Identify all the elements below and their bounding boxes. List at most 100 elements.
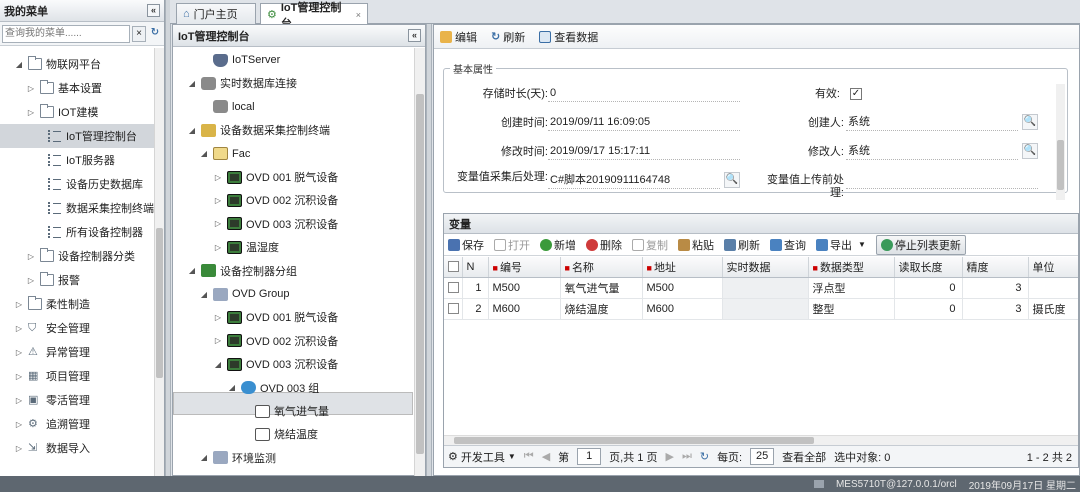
copy-button[interactable]: 复制 [632,237,668,253]
cell-length[interactable]: 0 [894,277,963,299]
menu-item[interactable]: ▷ ▦ 项目管理 [0,364,164,388]
view-data-button[interactable]: 查看数据 [539,29,598,45]
expanded-arrow-icon[interactable]: ◢ [14,60,24,69]
row-checkbox[interactable] [448,282,459,294]
menu-item[interactable]: ▷ ⚙ 追溯管理 [0,412,164,436]
first-page-icon[interactable]: ⏮ [524,450,534,463]
left-splitter[interactable] [165,0,171,476]
collapsed-arrow-icon[interactable]: ▷ [213,173,223,182]
tree-node[interactable]: ▷ OVD 002 沉积设备 [213,330,338,352]
column-header-realtime[interactable]: 实时数据 [722,257,809,278]
prev-page-icon[interactable]: ◀ [542,450,550,463]
grid-refresh-button[interactable]: 刷新 [724,237,760,253]
menu-item[interactable]: ▷ 柔性制造 [0,292,164,316]
menu-item[interactable]: ▷ 设备控制器分类 [0,244,164,268]
menu-item[interactable]: 设备历史数据库 [0,172,164,196]
collapse-tree-button[interactable]: « [408,29,421,42]
menu-item[interactable]: ▷ 基本设置 [0,76,164,100]
collapsed-arrow-icon[interactable]: ▷ [26,108,36,117]
collapsed-arrow-icon[interactable]: ▷ [14,396,24,405]
stop-list-update-button[interactable]: 停止列表更新 [875,234,966,255]
menu-item[interactable]: IoT服务器 [0,148,164,172]
select-all-checkbox[interactable] [448,261,459,273]
tree-node[interactable]: 氧气进气量 [241,400,329,422]
menu-search-input[interactable] [2,24,130,43]
last-page-icon[interactable]: ⏭ [682,450,692,463]
menu-item[interactable]: ▷ ⚠ 异常管理 [0,340,164,364]
close-tab-icon[interactable]: × [356,10,361,20]
table-row[interactable]: 1 M500 氧气进气量 M500 浮点型 0 3 [444,277,1078,299]
cell-type[interactable]: 浮点型 [808,277,895,299]
tree-node[interactable]: ◢ 环境监测 [199,447,276,469]
refresh-button[interactable]: ↻ 刷新 [491,29,525,45]
cell-code[interactable]: M600 [488,298,561,320]
menu-item[interactable]: ▷ IOT建模 [0,100,164,124]
menu-item[interactable]: 所有设备控制器 [0,220,164,244]
menu-item[interactable]: ▷ ⇲ 数据导入 [0,436,164,460]
collapsed-arrow-icon[interactable]: ▷ [213,336,223,345]
basic-scrollbar[interactable] [1056,84,1065,200]
refresh-icon[interactable]: ↻ [148,26,162,42]
row-checkbox[interactable] [448,303,459,315]
menu-item[interactable]: IoT管理控制台 [0,124,164,148]
collapsed-arrow-icon[interactable]: ▷ [14,348,24,357]
tree-node[interactable]: ▷ OVD 003 沉积设备 [213,213,338,235]
tree-node[interactable]: ▷ OVD 002 沉积设备 [213,189,338,211]
table-row[interactable]: 2 M600 烧结温度 M600 整型 0 3 摄氏度 [444,298,1078,320]
modified-time-field[interactable]: 2019/09/17 15:17:11 [548,144,740,160]
menu-item[interactable]: ▷ ▣ 零活管理 [0,388,164,412]
column-header-unit[interactable]: 单位 [1028,257,1078,278]
tree-node[interactable]: ◢ 设备数据采集控制终端 [187,119,330,141]
collapsed-arrow-icon[interactable]: ▷ [14,324,24,333]
expanded-arrow-icon[interactable]: ◢ [227,383,237,392]
modifier-field[interactable]: 系统 [846,144,1018,160]
cell-unit[interactable] [1028,277,1078,299]
cell-precision[interactable]: 3 [962,298,1029,320]
tree-node[interactable]: ◢ 实时数据库连接 [187,72,297,94]
collapsed-arrow-icon[interactable]: ▷ [26,252,36,261]
view-all-link[interactable]: 查看全部 [782,449,826,465]
tree-node[interactable]: local [199,96,255,118]
menu-item[interactable]: ▷ 报警 [0,268,164,292]
cell-type[interactable]: 整型 [808,298,895,320]
cell-name[interactable]: 烧结温度 [560,298,643,320]
menu-item[interactable]: ◢ 物联网平台 [0,52,164,76]
column-header-address[interactable]: ■ 地址 [642,257,723,278]
column-header-length[interactable]: 读取长度 [894,257,963,278]
page-number-input[interactable]: 1 [577,448,602,465]
collapsed-arrow-icon[interactable]: ▷ [14,372,24,381]
created-time-field[interactable]: 2019/09/11 16:09:05 [548,115,740,131]
cell-realtime[interactable] [722,277,809,299]
collapsed-arrow-icon[interactable]: ▷ [213,196,223,205]
cell-unit[interactable]: 摄氏度 [1028,298,1078,320]
menu-item[interactable]: ▷ ⛉ 安全管理 [0,316,164,340]
tree-scrollbar[interactable] [414,48,425,476]
collapsed-arrow-icon[interactable]: ▷ [14,444,24,453]
expanded-arrow-icon[interactable]: ◢ [199,149,209,158]
cell-realtime[interactable] [722,298,809,320]
tree-node[interactable]: IoTServer [199,49,280,71]
tree-node[interactable]: 烧结温度 [241,423,318,445]
grid-horizontal-scrollbar[interactable] [444,435,1078,445]
clear-search-button[interactable]: × [132,25,146,42]
collapse-left-menu-button[interactable]: « [147,4,160,17]
column-header-datatype[interactable]: ■ 数据类型 [808,257,895,278]
paste-button[interactable]: 粘贴 [678,237,714,253]
tree-node[interactable]: ◢ OVD Group [199,283,289,305]
collapsed-arrow-icon[interactable]: ▷ [213,313,223,322]
tree-node[interactable]: ▷ 温湿度 [213,236,279,258]
edit-button[interactable]: 编辑 [440,29,477,45]
collapsed-arrow-icon[interactable]: ▷ [213,219,223,228]
cell-code[interactable]: M500 [488,277,561,299]
column-header-precision[interactable]: 精度 [962,257,1029,278]
row-select-cell[interactable] [444,277,463,299]
collapsed-arrow-icon[interactable]: ▷ [26,84,36,93]
next-page-icon[interactable]: ▶ [665,450,673,463]
per-page-input[interactable]: 25 [750,448,775,465]
tree-node[interactable]: ◢ OVD 003 沉积设备 [213,353,338,375]
cell-precision[interactable]: 3 [962,277,1029,299]
collapsed-arrow-icon[interactable]: ▷ [14,300,24,309]
storage-duration-field[interactable]: 0 [548,86,740,102]
modifier-lookup-icon[interactable]: 🔍 [1022,143,1038,159]
left-menu-scrollbar[interactable] [154,48,164,476]
